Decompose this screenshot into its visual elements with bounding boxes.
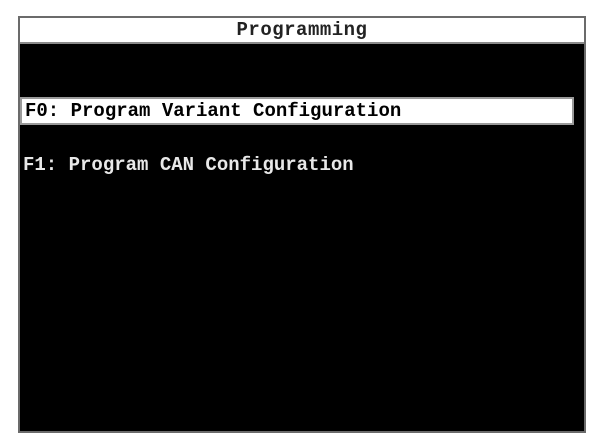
menu-item-program-can-configuration[interactable]: F1: Program CAN Configuration [20, 151, 354, 179]
screen-frame: Programming F0: Program Variant Configur… [0, 0, 594, 433]
menu-item-program-variant-configuration[interactable]: F0: Program Variant Configuration [20, 97, 574, 125]
title-bar: Programming [20, 18, 584, 44]
page-title: Programming [236, 19, 368, 41]
terminal-screen: Programming F0: Program Variant Configur… [18, 16, 586, 433]
